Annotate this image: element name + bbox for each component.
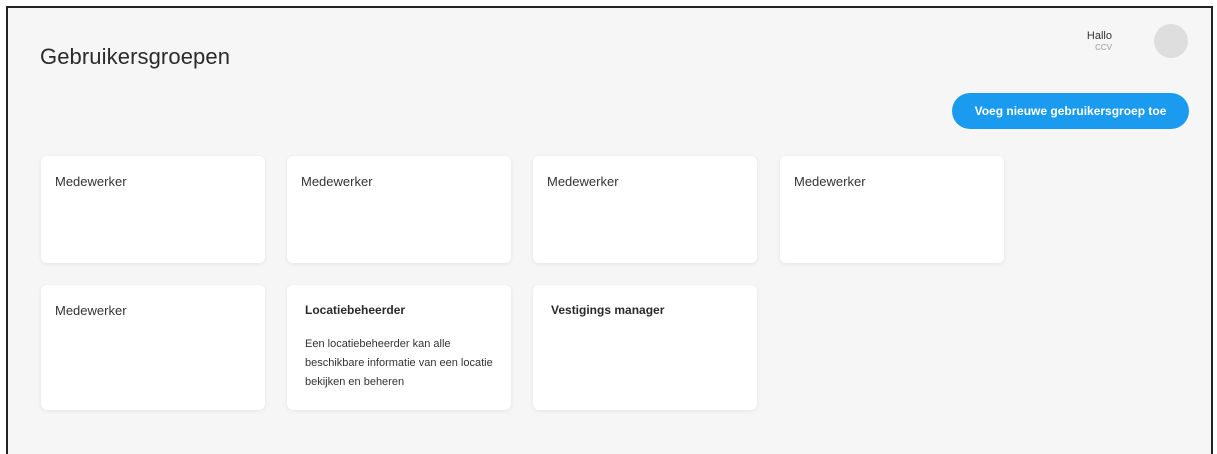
- group-card[interactable]: Medewerker: [41, 156, 265, 263]
- group-card-locatiebeheerder[interactable]: Locatiebeheerder Een locatiebeheerder ka…: [287, 285, 511, 410]
- group-name: Medewerker: [55, 174, 127, 189]
- group-card-vestigings-manager[interactable]: Vestigings manager: [533, 285, 757, 410]
- group-name: Medewerker: [301, 174, 373, 189]
- group-name: Locatiebeheerder: [305, 303, 406, 317]
- group-name: Medewerker: [547, 174, 619, 189]
- user-greeting: Hallo CCV: [1070, 30, 1112, 52]
- group-description: Een locatiebeheerder kan alle beschikbar…: [305, 338, 493, 388]
- group-card[interactable]: Medewerker: [533, 156, 757, 263]
- add-group-button[interactable]: Voeg nieuwe gebruikersgroep toe: [952, 93, 1189, 129]
- group-card[interactable]: Medewerker: [287, 156, 511, 263]
- group-name: Vestigings manager: [551, 303, 665, 317]
- app-frame: Gebruikersgroepen Hallo CCV Voeg nieuwe …: [6, 6, 1213, 454]
- avatar[interactable]: [1154, 24, 1188, 58]
- greeting-text: Hallo: [1086, 30, 1112, 42]
- group-card[interactable]: Medewerker: [780, 156, 1004, 263]
- user-name: CCV: [1095, 43, 1112, 52]
- group-name: Medewerker: [55, 303, 127, 318]
- group-card[interactable]: Medewerker: [41, 285, 265, 410]
- group-name: Medewerker: [794, 174, 866, 189]
- page-title: Gebruikersgroepen: [40, 44, 231, 69]
